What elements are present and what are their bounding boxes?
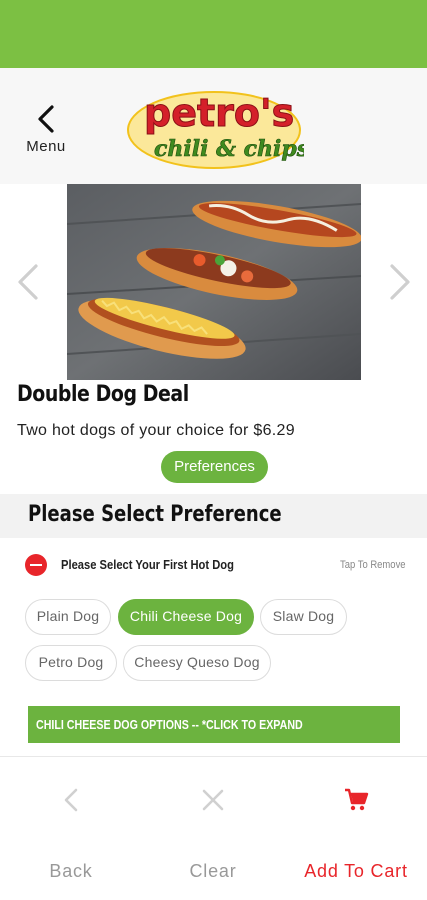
option-chip-petro-dog[interactable]: Petro Dog	[25, 645, 117, 681]
product-name: Double Dog Deal	[17, 382, 189, 407]
selection-label: Please Select Your First Hot Dog	[61, 557, 234, 572]
option-chip-plain-dog[interactable]: Plain Dog	[25, 599, 111, 635]
carousel-prev-button[interactable]	[14, 262, 42, 302]
minus-circle-icon[interactable]	[25, 554, 47, 576]
chevron-right-icon	[390, 264, 410, 300]
preferences-button[interactable]: Preferences	[161, 451, 268, 483]
product-description: Two hot dogs of your choice for $6.29	[17, 422, 295, 439]
chevron-left-icon	[18, 264, 38, 300]
back-button[interactable]: Back	[0, 757, 142, 900]
options-expand-bar[interactable]: CHILI CHEESE DOG OPTIONS -- *CLICK TO EX…	[28, 706, 400, 743]
option-chip-slaw-dog[interactable]: Slaw Dog	[260, 599, 347, 635]
expand-label: CHILI CHEESE DOG OPTIONS -- *CLICK TO EX…	[36, 717, 303, 732]
chevron-left-icon	[38, 105, 54, 133]
image-carousel	[0, 184, 427, 380]
logo-text-top: petro's	[144, 91, 294, 135]
clear-label: Clear	[189, 861, 237, 881]
section-title: Please Select Preference	[28, 502, 282, 527]
status-bar	[0, 0, 427, 68]
preference-section-header: Please Select Preference	[0, 494, 427, 538]
menu-label: Menu	[26, 138, 66, 155]
add-to-cart-button[interactable]: Add To Cart	[285, 757, 427, 900]
tap-to-remove-hint[interactable]: Tap To Remove	[340, 559, 406, 571]
option-chip-chili-cheese-dog[interactable]: Chili Cheese Dog	[118, 599, 254, 635]
product-image	[67, 184, 361, 380]
logo-text-bottom: chili & chips	[154, 136, 304, 162]
clear-button[interactable]: Clear	[142, 757, 284, 900]
back-label: Back	[49, 861, 93, 881]
menu-back-button[interactable]: Menu	[18, 98, 74, 158]
bottom-action-bar: Back Clear Add To Cart	[0, 757, 427, 900]
close-icon	[202, 789, 224, 811]
selection-row: Please Select Your First Hot Dog Tap To …	[0, 548, 427, 582]
carousel-next-button[interactable]	[386, 262, 414, 302]
cart-icon	[345, 788, 369, 811]
chevron-left-icon	[64, 788, 78, 812]
option-chip-cheesy-queso-dog[interactable]: Cheesy Queso Dog	[123, 645, 271, 681]
header: Menu petro's chili & chips	[0, 68, 427, 184]
add-to-cart-label: Add To Cart	[304, 861, 408, 881]
petros-logo: petro's chili & chips	[124, 80, 309, 172]
